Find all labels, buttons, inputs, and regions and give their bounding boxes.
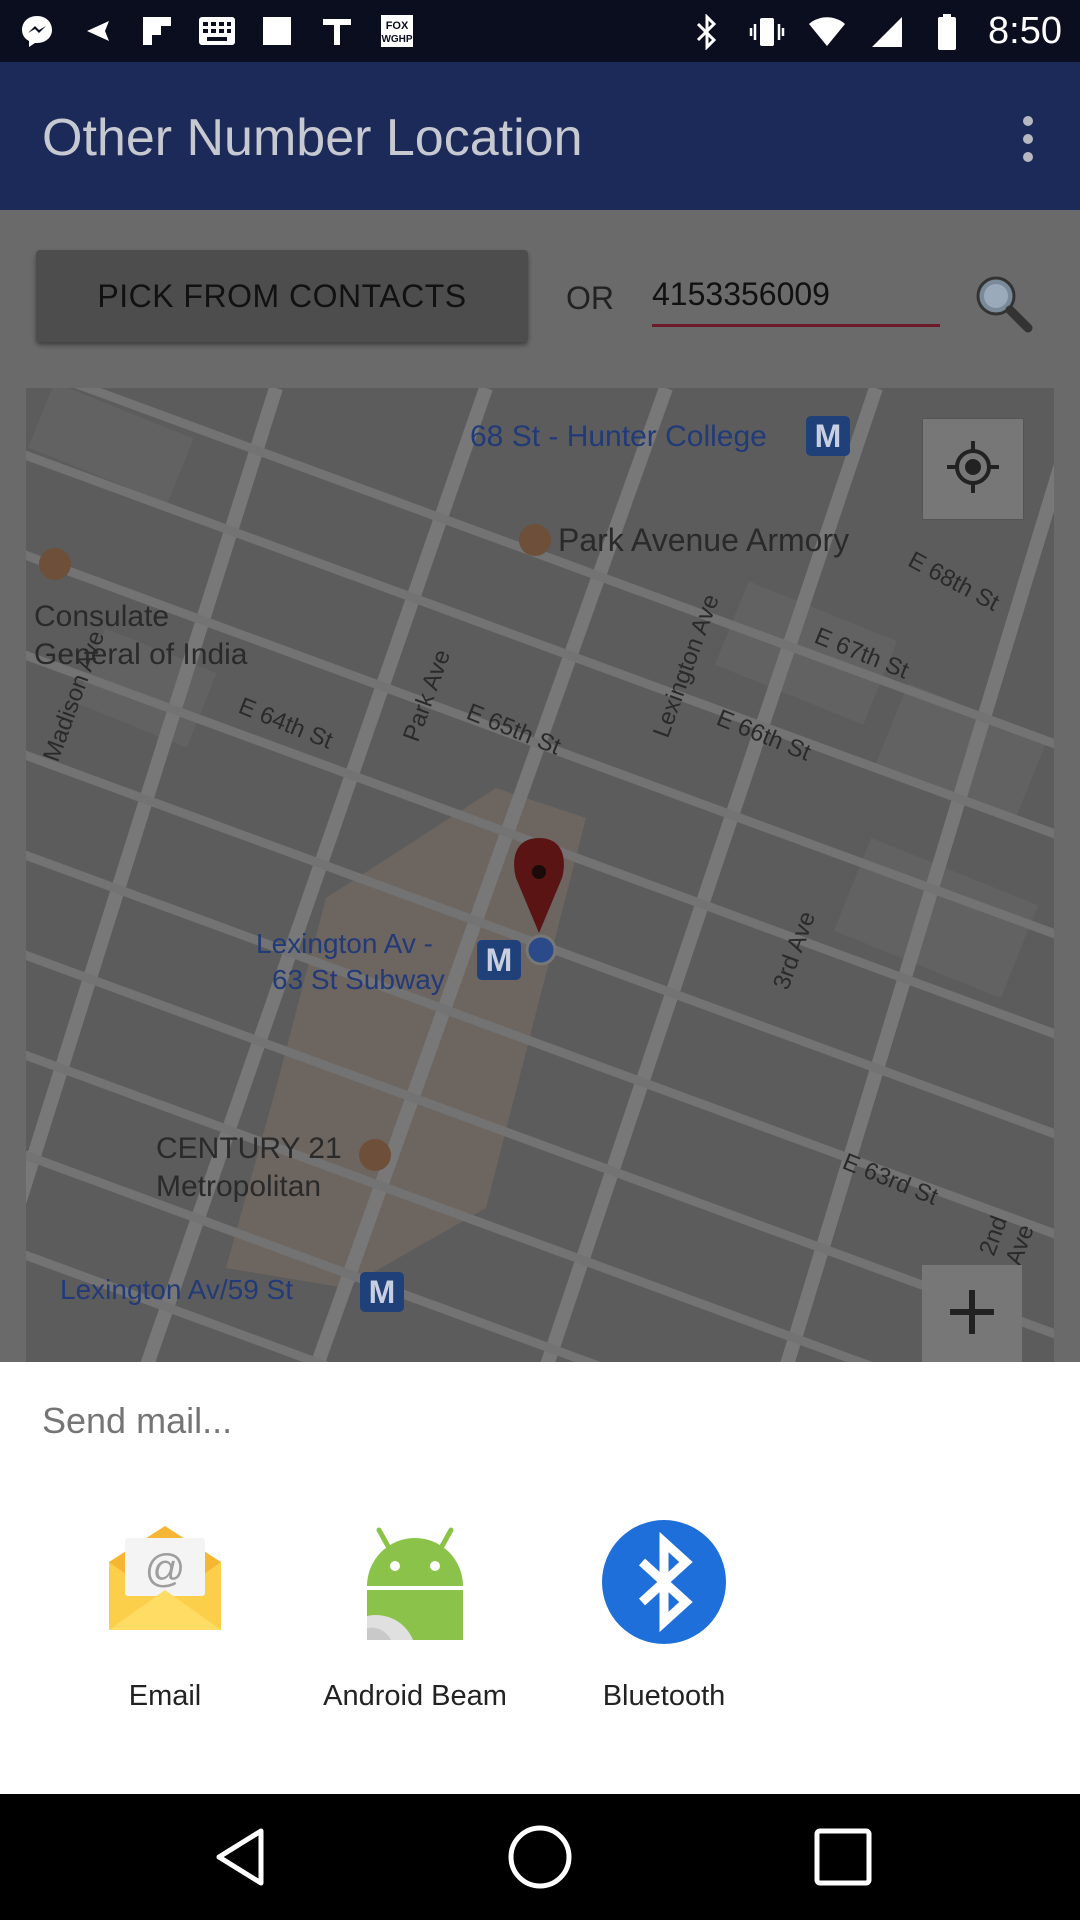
- svg-text:M: M: [815, 418, 842, 454]
- or-label: OR: [566, 280, 614, 316]
- share-target-bluetooth[interactable]: Bluetooth: [539, 1518, 789, 1713]
- main-content: PICK FROM CONTACTS OR 4153356009 M M M 6…: [0, 210, 1080, 1362]
- keyboard-icon: [198, 12, 236, 50]
- share-sheet: Send mail... @ Email Android Beam Blueto…: [0, 1362, 1080, 1794]
- map-label: Park Avenue Armory: [558, 522, 850, 558]
- map-label: Consulate: [34, 600, 170, 633]
- share-target-email[interactable]: @ Email: [40, 1518, 290, 1713]
- back-arrow-icon: [78, 12, 116, 50]
- android-icon: [351, 1518, 479, 1646]
- navigation-bar: [0, 1794, 1080, 1920]
- more-vert-icon[interactable]: [1018, 114, 1038, 164]
- map-label: Lexington Av/59 St: [60, 1274, 293, 1305]
- map-label: CENTURY 21: [156, 1132, 342, 1165]
- map-label: General of India: [34, 638, 248, 671]
- phone-number-input[interactable]: 4153356009: [652, 276, 938, 318]
- map-view[interactable]: M M M 68 St - Hunter College Park Avenue…: [26, 388, 1054, 1362]
- search-icon[interactable]: [970, 270, 1034, 334]
- share-targets: @ Email Android Beam Bluetooth: [0, 1518, 1080, 1738]
- recents-icon[interactable]: [810, 1824, 876, 1890]
- system-icons: 8:50: [688, 10, 1062, 53]
- fox-news-icon: FOX WGHP: [378, 12, 416, 50]
- share-target-label: Android Beam: [323, 1680, 507, 1712]
- map-label: 68 St - Hunter College: [470, 420, 767, 453]
- flipboard-icon: [138, 12, 176, 50]
- blank-icon: [258, 12, 296, 50]
- share-target-label: Bluetooth: [602, 1680, 726, 1712]
- notification-icons: FOX WGHP: [18, 12, 416, 50]
- map-label: Lexington Av -: [256, 928, 433, 959]
- my-location-button[interactable]: [922, 418, 1024, 520]
- svg-text:M: M: [369, 1274, 396, 1310]
- share-target-label: Email: [128, 1680, 202, 1712]
- app-bar: Other Number Location: [0, 62, 1080, 210]
- bluetooth-icon: [600, 1518, 728, 1646]
- email-icon: @: [101, 1518, 229, 1646]
- svg-text:M: M: [486, 942, 513, 978]
- pick-from-contacts-button[interactable]: PICK FROM CONTACTS: [36, 250, 528, 342]
- plus-icon: [946, 1286, 998, 1343]
- back-icon[interactable]: [208, 1824, 274, 1890]
- clock: 8:50: [988, 10, 1062, 52]
- status-bar: FOX WGHP 8:50: [0, 0, 1080, 62]
- zoom-in-button[interactable]: [922, 1265, 1022, 1363]
- messenger-icon: [18, 12, 56, 50]
- sheet-title: Send mail...: [42, 1400, 233, 1441]
- signal-icon: [868, 13, 906, 51]
- svg-text:WGHP: WGHP: [381, 34, 412, 45]
- map-label: 63 St Subway: [272, 964, 445, 995]
- map-label: Metropolitan: [156, 1170, 322, 1203]
- tv-icon: [318, 12, 356, 50]
- share-target-android-beam[interactable]: Android Beam: [290, 1518, 540, 1713]
- svg-text:FOX: FOX: [386, 20, 409, 32]
- my-location-icon: [945, 439, 1001, 500]
- svg-text:@: @: [145, 1547, 186, 1591]
- wifi-icon: [808, 13, 846, 51]
- bluetooth-icon: [688, 13, 726, 51]
- battery-icon: [928, 13, 966, 51]
- home-icon[interactable]: [507, 1824, 573, 1890]
- vibrate-icon: [748, 13, 786, 51]
- page-title: Other Number Location: [42, 109, 583, 167]
- input-underline: [652, 324, 940, 327]
